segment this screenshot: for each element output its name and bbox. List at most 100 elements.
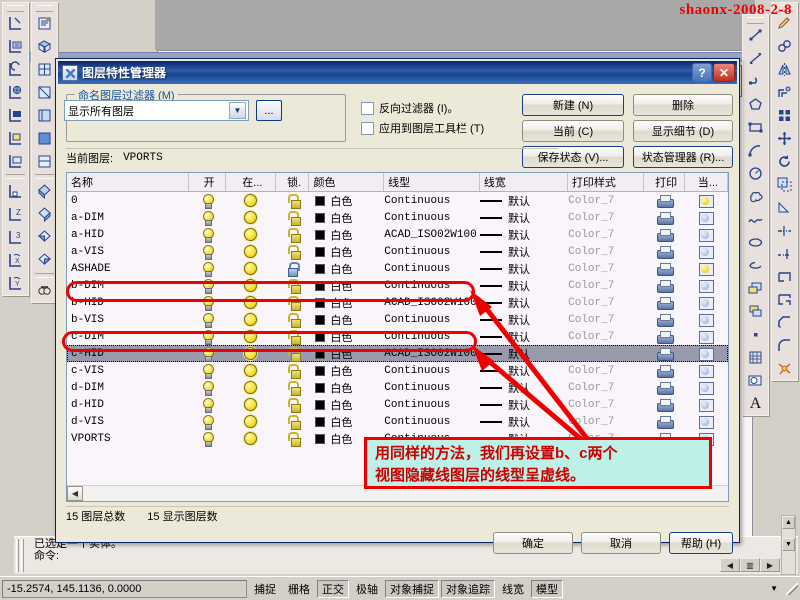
arc-icon[interactable] [744,139,767,162]
scroll-left-icon[interactable]: ◀ [720,558,740,572]
layer-plot-cell[interactable] [645,396,685,413]
cancel-button[interactable]: 取消 [581,532,661,554]
neiso-view-icon[interactable] [33,226,56,249]
draw-toolbar[interactable]: A [742,14,769,416]
chevron-down-icon[interactable]: ▼ [229,102,246,119]
ucs-world-icon[interactable] [4,81,27,104]
column-header-linetype[interactable]: 线型 [384,173,480,191]
layer-lineweight-cell[interactable]: 默认 [480,396,568,413]
apply-to-toolbar-checkbox-row[interactable]: 应用到图层工具栏 (T) [361,120,484,136]
ucs-previous-icon[interactable] [4,58,27,81]
delete-layer-button[interactable]: 删除 [633,94,733,116]
offset-icon[interactable] [773,81,796,104]
scroll-right-icon[interactable]: ▶ [760,558,780,572]
printer-icon[interactable] [657,398,675,412]
invert-filter-checkbox-row[interactable]: 反向过滤器 (I)。 [361,100,458,116]
layer-name-cell[interactable]: a-VIS [67,243,190,260]
scale-icon[interactable] [773,173,796,196]
status-toggle-polar[interactable]: 极轴 [351,580,383,598]
layer-lock-cell[interactable] [276,328,310,345]
layer-name-cell[interactable]: c-DIM [67,328,190,345]
point-icon[interactable] [744,323,767,346]
layer-plot-cell[interactable] [645,311,685,328]
layer-freeze-cell[interactable] [226,413,276,430]
sun-icon[interactable] [244,364,258,377]
invert-filter-checkbox[interactable] [361,101,374,115]
viewport-freeze-icon[interactable] [698,211,714,225]
layer-lock-cell[interactable] [276,260,310,277]
layer-plot-cell[interactable] [645,243,685,260]
layer-name-cell[interactable]: c-HID [67,345,190,362]
layer-freeze-cell[interactable] [226,243,276,260]
layer-plot-cell[interactable] [645,413,685,430]
layer-freeze-cell[interactable] [226,277,276,294]
command-horizontal-scrollbar[interactable]: ◀ ▥ ▶ [720,558,780,572]
layer-linetype-cell[interactable]: ACAD_ISO02W100 [384,345,480,362]
scroll-up-icon[interactable]: ▲ [782,516,795,529]
layer-on-cell[interactable] [190,260,226,277]
layer-plot-cell[interactable] [645,362,685,379]
layer-on-cell[interactable] [190,345,226,362]
layer-color-cell[interactable]: 白色 [309,379,384,396]
layer-color-cell[interactable]: 白色 [309,260,384,277]
column-header-freeze[interactable]: 在... [226,173,276,191]
scroll-left-icon[interactable]: ◀ [67,486,83,501]
viewport-freeze-icon[interactable] [698,415,714,429]
layer-linetype-cell[interactable]: Continuous [384,311,480,328]
dialog-titlebar[interactable]: 图层特性管理器 ? ✕ [58,61,737,84]
layer-freeze-cell[interactable] [226,226,276,243]
layer-on-cell[interactable] [190,243,226,260]
layer-linetype-cell[interactable]: ACAD_ISO02W100 [384,226,480,243]
table-row[interactable]: c-HID 白色 ACAD_ISO02W100 默认 Color_7 [67,345,728,362]
layer-color-cell[interactable]: 白色 [309,243,384,260]
help-button[interactable]: 帮助 (H) [669,532,733,554]
viewport-freeze-icon[interactable] [698,245,714,259]
layer-linetype-cell[interactable]: Continuous [384,396,480,413]
right-view-icon[interactable] [33,104,56,127]
layer-color-cell[interactable]: 白色 [309,362,384,379]
layer-lineweight-cell[interactable]: 默认 [480,379,568,396]
circle-icon[interactable] [744,162,767,185]
layer-name-cell[interactable]: ASHADE [67,260,190,277]
ellipse-arc-icon[interactable] [744,254,767,277]
status-dropdown-icon[interactable]: ▼ [766,584,782,593]
layer-vpfreeze-cell[interactable] [685,379,728,396]
layer-linetype-cell[interactable]: Continuous [384,243,480,260]
printer-icon[interactable] [657,313,675,327]
layer-lock-cell[interactable] [276,362,310,379]
layer-linetype-cell[interactable]: ACAD_ISO02W100 [384,294,480,311]
layer-lock-cell[interactable] [276,209,310,226]
layer-vpfreeze-cell[interactable] [685,226,728,243]
viewport-freeze-icon[interactable] [698,364,714,378]
layer-freeze-cell[interactable] [226,362,276,379]
layer-linetype-cell[interactable]: Continuous [384,209,480,226]
padlock-unlocked-icon[interactable] [287,364,301,379]
column-header-lineweight[interactable]: 线宽 [480,173,568,191]
layer-lineweight-cell[interactable]: 默认 [480,311,568,328]
table-row[interactable]: a-VIS 白色 Continuous 默认 Color_7 [67,243,728,260]
sun-icon[interactable] [244,381,258,394]
padlock-unlocked-icon[interactable] [287,211,301,226]
insert-block-icon[interactable] [744,277,767,300]
ucs-view-icon[interactable] [4,150,27,173]
layer-color-cell[interactable]: 白色 [309,294,384,311]
sun-icon[interactable] [244,194,258,207]
padlock-unlocked-icon[interactable] [287,228,301,243]
layer-lock-cell[interactable] [276,379,310,396]
mirror-icon[interactable] [773,58,796,81]
command-window-grip[interactable] [16,537,26,574]
printer-icon[interactable] [657,381,675,395]
lightbulb-icon[interactable] [202,415,215,430]
viewport-freeze-icon[interactable] [698,381,714,395]
viewport-freeze-icon[interactable] [698,347,714,361]
layer-lock-cell[interactable] [276,345,310,362]
coordinate-display[interactable]: -15.2574, 145.1136, 0.0000 [2,579,247,598]
printer-icon[interactable] [657,262,675,276]
lightbulb-icon[interactable] [202,432,215,447]
viewport-freeze-icon[interactable] [698,279,714,293]
copy-icon[interactable] [773,35,796,58]
layer-on-cell[interactable] [190,311,226,328]
layer-name-cell[interactable]: d-DIM [67,379,190,396]
rectangle-icon[interactable] [744,116,767,139]
swiso-view-icon[interactable] [33,180,56,203]
